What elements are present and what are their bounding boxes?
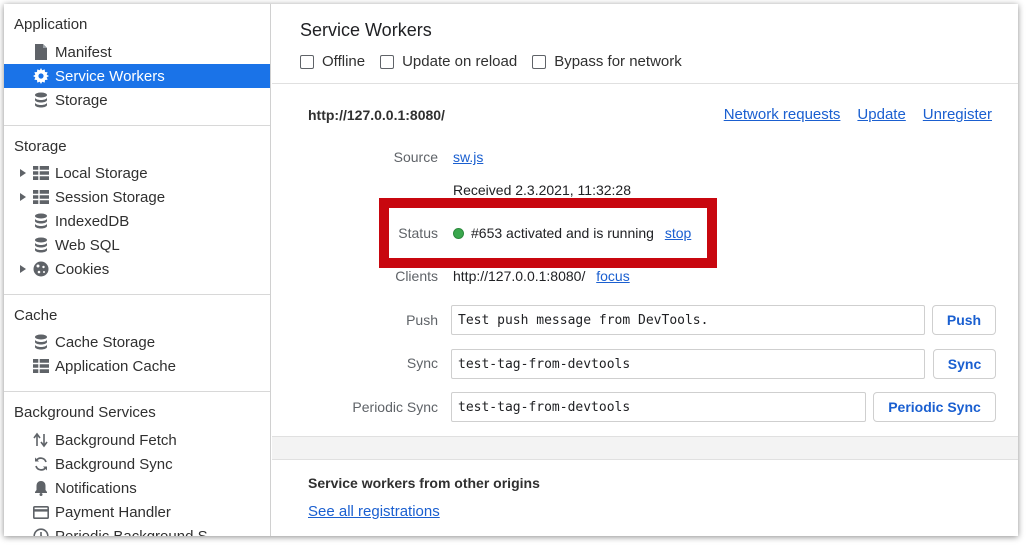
push-label: Push — [406, 312, 438, 328]
focus-link[interactable]: focus — [596, 268, 629, 284]
card-icon — [33, 504, 49, 520]
service-workers-panel: Service Workers Offline Update on reload… — [272, 4, 1018, 536]
devtools-window: Application Manifest Service Workers Sto… — [4, 4, 1018, 536]
sidebar-divider — [4, 391, 270, 392]
unregister-link[interactable]: Unregister — [923, 106, 992, 123]
bypass-for-network-option[interactable]: Bypass for network — [532, 53, 682, 70]
push-message-input[interactable]: Test push message from DevTools. — [451, 305, 925, 335]
periodic-sync-tag-input[interactable]: test-tag-from-devtools — [451, 392, 866, 422]
update-on-reload-option[interactable]: Update on reload — [380, 53, 517, 70]
sidebar-item-label: Manifest — [55, 43, 112, 61]
sidebar-divider — [4, 125, 270, 126]
clock-icon — [33, 528, 49, 536]
sidebar-item-session-storage[interactable]: Session Storage — [4, 185, 270, 209]
sidebar-item-web-sql[interactable]: Web SQL — [4, 233, 270, 257]
sidebar-item-application-cache[interactable]: Application Cache — [4, 354, 270, 378]
section-divider — [272, 459, 1018, 460]
see-all-registrations-link[interactable]: See all registrations — [308, 503, 440, 520]
sidebar-item-background-sync[interactable]: Background Sync — [4, 452, 270, 476]
section-divider — [272, 83, 1018, 84]
document-icon — [33, 44, 49, 60]
database-icon — [33, 334, 49, 350]
sidebar-item-label: Storage — [55, 91, 108, 109]
sidebar-item-local-storage[interactable]: Local Storage — [4, 161, 270, 185]
sidebar-item-label: Background Fetch — [55, 431, 177, 449]
sidebar-item-label: Service Workers — [55, 67, 165, 85]
sidebar-item-label: Payment Handler — [55, 503, 171, 521]
offline-checkbox[interactable] — [300, 54, 314, 69]
section-title-storage: Storage — [14, 138, 67, 155]
sidebar-item-periodic-background-sync[interactable]: Periodic Background S... — [4, 524, 270, 536]
option-label: Bypass for network — [554, 53, 682, 70]
option-label: Update on reload — [402, 53, 518, 70]
worker-actions: Network requests Update Unregister — [707, 106, 992, 123]
sidebar-item-cache-storage[interactable]: Cache Storage — [4, 330, 270, 354]
sidebar-item-cookies[interactable]: Cookies — [4, 257, 270, 281]
bypass-for-network-checkbox[interactable] — [532, 54, 547, 69]
sidebar-item-payment-handler[interactable]: Payment Handler — [4, 500, 270, 524]
update-link[interactable]: Update — [857, 106, 905, 123]
sidebar-item-indexeddb[interactable]: IndexedDB — [4, 209, 270, 233]
sidebar-item-storage[interactable]: Storage — [4, 88, 270, 112]
gear-icon — [33, 68, 49, 84]
sync-icon — [33, 456, 49, 472]
grid-icon — [33, 189, 49, 205]
sidebar-item-label: Cookies — [55, 260, 110, 278]
push-button[interactable]: Push — [932, 305, 996, 335]
application-sidebar: Application Manifest Service Workers Sto… — [4, 4, 271, 536]
clients-value: http://127.0.0.1:8080/ focus — [453, 268, 630, 284]
sidebar-item-background-fetch[interactable]: Background Fetch — [4, 428, 270, 452]
clients-label: Clients — [395, 268, 438, 284]
source-label: Source — [393, 149, 438, 165]
database-icon — [33, 92, 49, 108]
section-spacer — [272, 437, 1018, 459]
sidebar-item-label: Web SQL — [55, 236, 120, 254]
sidebar-item-label: Application Cache — [55, 357, 176, 375]
offline-option[interactable]: Offline — [300, 53, 365, 70]
bell-icon — [33, 480, 49, 496]
sidebar-item-label: Cache Storage — [55, 333, 156, 351]
sidebar-item-label: Notifications — [55, 479, 137, 497]
sidebar-item-label: Background Sync — [55, 455, 173, 473]
option-label: Offline — [322, 53, 366, 70]
sidebar-item-notifications[interactable]: Notifications — [4, 476, 270, 500]
expand-arrow-icon[interactable] — [20, 265, 26, 273]
sidebar-item-label: Periodic Background S... — [55, 527, 221, 537]
periodic-sync-button[interactable]: Periodic Sync — [873, 392, 996, 422]
sidebar-item-manifest[interactable]: Manifest — [4, 40, 270, 64]
section-title-application: Application — [14, 16, 88, 33]
arrows-updown-icon — [33, 432, 49, 448]
sidebar-divider — [4, 294, 270, 295]
section-title-background-services: Background Services — [14, 404, 156, 421]
database-icon — [33, 213, 49, 229]
network-requests-link[interactable]: Network requests — [724, 106, 841, 123]
section-title-cache: Cache — [14, 307, 58, 324]
worker-origin: http://127.0.0.1:8080/ — [308, 107, 445, 123]
database-icon — [33, 237, 49, 253]
sync-label: Sync — [406, 355, 438, 371]
source-file-link[interactable]: sw.js — [453, 149, 483, 165]
sidebar-item-label: Local Storage — [55, 164, 148, 182]
expand-arrow-icon[interactable] — [20, 193, 26, 201]
sync-tag-input[interactable]: test-tag-from-devtools — [451, 349, 925, 379]
client-url: http://127.0.0.1:8080/ — [453, 268, 586, 284]
update-on-reload-checkbox[interactable] — [380, 54, 395, 69]
expand-arrow-icon[interactable] — [20, 169, 26, 177]
grid-icon — [33, 358, 49, 374]
status-highlight-box — [379, 198, 717, 268]
grid-icon — [33, 165, 49, 181]
received-time: Received 2.3.2021, 11:32:28 — [453, 182, 631, 198]
sidebar-item-label: Session Storage — [55, 188, 166, 206]
page-title: Service Workers — [300, 20, 432, 40]
periodic-sync-label: Periodic Sync — [352, 399, 438, 415]
other-origins-title: Service workers from other origins — [308, 475, 540, 491]
sidebar-item-service-workers[interactable]: Service Workers — [4, 64, 270, 88]
sidebar-item-label: IndexedDB — [55, 212, 130, 230]
sync-button[interactable]: Sync — [933, 349, 996, 379]
cookie-icon — [33, 261, 49, 277]
service-worker-options: Offline Update on reload Bypass for netw… — [300, 53, 697, 70]
